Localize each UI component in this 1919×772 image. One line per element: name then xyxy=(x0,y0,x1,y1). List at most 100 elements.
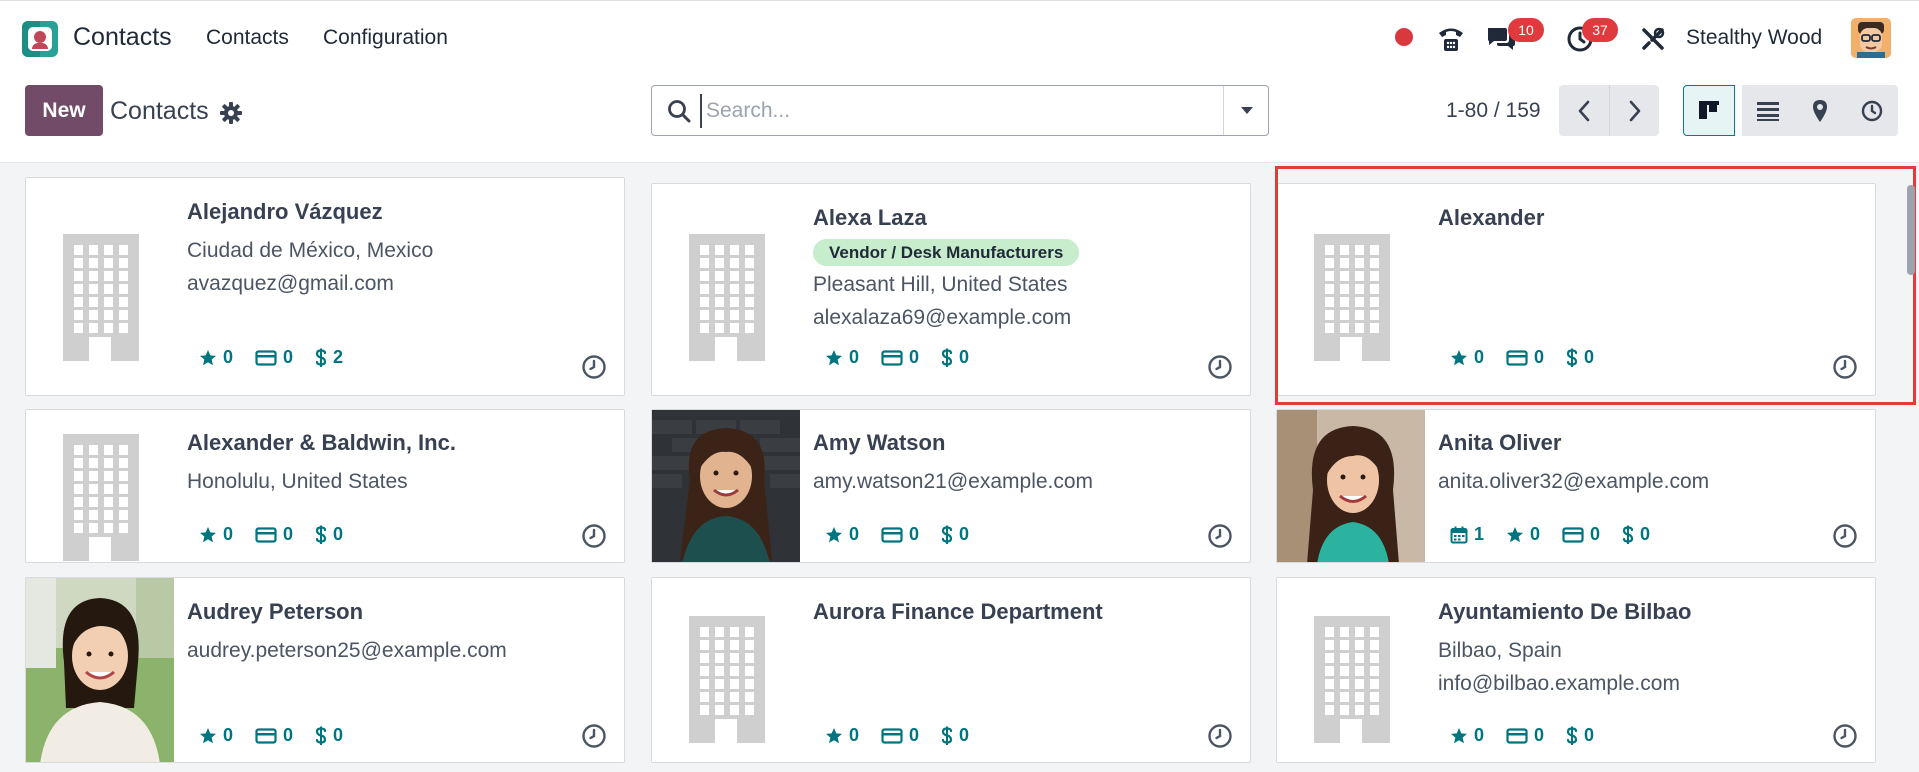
dollar-icon xyxy=(315,348,327,368)
contacts-app-icon[interactable] xyxy=(22,21,58,57)
card-icon xyxy=(1506,727,1528,745)
menu-configuration[interactable]: Configuration xyxy=(323,26,448,50)
stat-card[interactable]: 0 xyxy=(1506,725,1544,746)
company-placeholder-image xyxy=(689,616,765,743)
contact-stats: 0 0 0 xyxy=(199,725,343,746)
contact-card[interactable]: Ayuntamiento De Bilbao Bilbao, Spain info@… xyxy=(1276,577,1876,763)
stat-value: 2 xyxy=(333,347,344,367)
stat-dollar[interactable]: 2 xyxy=(315,347,343,368)
pager-previous-button[interactable] xyxy=(1559,85,1609,136)
company-placeholder-image xyxy=(63,234,139,361)
pager-next-button[interactable] xyxy=(1609,85,1659,136)
stat-star[interactable]: 0 xyxy=(825,347,859,368)
contact-name: Alexander & Baldwin, Inc. xyxy=(187,430,456,455)
pager-value[interactable]: 1-80 / 159 xyxy=(1446,99,1541,123)
card-icon xyxy=(1562,526,1584,544)
stat-value: 0 xyxy=(849,725,860,745)
phone-icon[interactable] xyxy=(1435,23,1467,55)
schedule-activity-icon[interactable] xyxy=(581,354,607,380)
stat-dollar[interactable]: 0 xyxy=(315,524,343,545)
contact-stats: 1 0 0 0 xyxy=(1450,524,1650,545)
stat-star[interactable]: 0 xyxy=(199,524,233,545)
dollar-icon xyxy=(941,726,953,746)
stat-dollar[interactable]: 0 xyxy=(1622,524,1650,545)
stat-card[interactable]: 0 xyxy=(255,524,293,545)
stat-dollar[interactable]: 0 xyxy=(941,347,969,368)
stat-star[interactable]: 0 xyxy=(825,725,859,746)
company-placeholder-image xyxy=(63,434,139,561)
contact-name: Audrey Peterson xyxy=(187,599,364,624)
kanban-view-button[interactable] xyxy=(1683,85,1735,136)
contact-card[interactable]: Aurora Finance Department 0 0 0 xyxy=(651,577,1251,763)
contact-detail: audrey.peterson25@example.com xyxy=(187,639,507,662)
stat-card[interactable]: 0 xyxy=(255,725,293,746)
contact-card[interactable]: Alexander & Baldwin, Inc. Honolulu, Unite… xyxy=(25,409,625,563)
chevron-right-icon xyxy=(1629,100,1640,121)
selection-highlight xyxy=(1275,166,1916,405)
schedule-activity-icon[interactable] xyxy=(581,523,607,549)
stat-dollar[interactable]: 0 xyxy=(315,725,343,746)
activity-view-button[interactable] xyxy=(1846,85,1898,136)
search-input[interactable] xyxy=(700,94,1200,128)
stat-dollar[interactable]: 0 xyxy=(941,524,969,545)
schedule-activity-icon[interactable] xyxy=(1832,723,1858,749)
app-title[interactable]: Contacts xyxy=(73,23,172,52)
stat-dollar[interactable]: 0 xyxy=(941,725,969,746)
stat-card[interactable]: 0 xyxy=(255,347,293,368)
stat-star[interactable]: 0 xyxy=(825,524,859,545)
search-options-toggle[interactable] xyxy=(1223,86,1269,135)
recording-status-icon[interactable] xyxy=(1395,28,1413,46)
stat-card[interactable]: 0 xyxy=(881,524,919,545)
stat-value: 0 xyxy=(1474,725,1485,745)
schedule-activity-icon[interactable] xyxy=(581,723,607,749)
schedule-activity-icon[interactable] xyxy=(1207,723,1233,749)
stat-dollar[interactable]: 0 xyxy=(1566,725,1594,746)
stat-value: 0 xyxy=(959,347,970,367)
schedule-activity-icon[interactable] xyxy=(1832,523,1858,549)
star-icon xyxy=(1450,727,1468,745)
dollar-icon xyxy=(941,525,953,545)
stat-value: 0 xyxy=(223,524,234,544)
map-view-button[interactable] xyxy=(1794,85,1846,136)
list-view-button[interactable] xyxy=(1742,85,1794,136)
schedule-activity-icon[interactable] xyxy=(1207,354,1233,380)
stat-card[interactable]: 0 xyxy=(881,725,919,746)
contact-card[interactable]: Amy Watson amy.watson21@example.com 0 0 0 xyxy=(651,409,1251,563)
debug-tools-icon[interactable] xyxy=(1637,23,1669,55)
list-icon xyxy=(1757,101,1779,121)
schedule-activity-icon[interactable] xyxy=(1207,523,1233,549)
stat-value: 0 xyxy=(959,725,970,745)
contact-photo xyxy=(652,410,800,562)
contact-card[interactable]: Alejandro Vázquez Ciudad de México, Mexic… xyxy=(25,177,625,396)
contact-card[interactable]: Alexa Laza Vendor / Desk Manufacturers Ple… xyxy=(651,183,1251,396)
stat-star[interactable]: 0 xyxy=(199,347,233,368)
gear-icon[interactable] xyxy=(219,101,243,125)
new-button[interactable]: New xyxy=(25,85,103,136)
dollar-icon xyxy=(941,348,953,368)
stat-card[interactable]: 0 xyxy=(881,347,919,368)
user-avatar[interactable] xyxy=(1851,18,1891,58)
stat-card[interactable]: 0 xyxy=(1562,524,1600,545)
stat-value: 0 xyxy=(849,347,860,367)
stat-star[interactable]: 0 xyxy=(1450,725,1484,746)
stat-star[interactable]: 0 xyxy=(199,725,233,746)
contact-stats: 0 0 0 xyxy=(825,524,969,545)
calendar-icon xyxy=(1450,526,1468,544)
scrollbar-thumb[interactable] xyxy=(1907,185,1915,275)
stat-star[interactable]: 0 xyxy=(1506,524,1540,545)
contact-card[interactable]: Audrey Peterson audrey.peterson25@example… xyxy=(25,577,625,763)
contact-detail: anita.oliver32@example.com xyxy=(1438,470,1710,493)
stat-value: 0 xyxy=(283,347,294,367)
contact-name: Alejandro Vázquez xyxy=(187,199,383,224)
caret-down-icon xyxy=(1240,106,1253,114)
menu-contacts[interactable]: Contacts xyxy=(206,26,289,50)
stat-value: 0 xyxy=(1640,524,1651,544)
user-name[interactable]: Stealthy Wood xyxy=(1686,26,1822,50)
star-icon xyxy=(825,727,843,745)
contact-detail: Ciudad de México, Mexico xyxy=(187,239,434,262)
top-navbar: Contacts Contacts Configuration 10 37 St… xyxy=(0,0,1919,76)
stat-value: 0 xyxy=(333,524,344,544)
stat-calendar[interactable]: 1 xyxy=(1450,524,1484,545)
contact-card[interactable]: Anita Oliver anita.oliver32@example.com 1 0… xyxy=(1276,409,1876,563)
dollar-icon xyxy=(315,525,327,545)
